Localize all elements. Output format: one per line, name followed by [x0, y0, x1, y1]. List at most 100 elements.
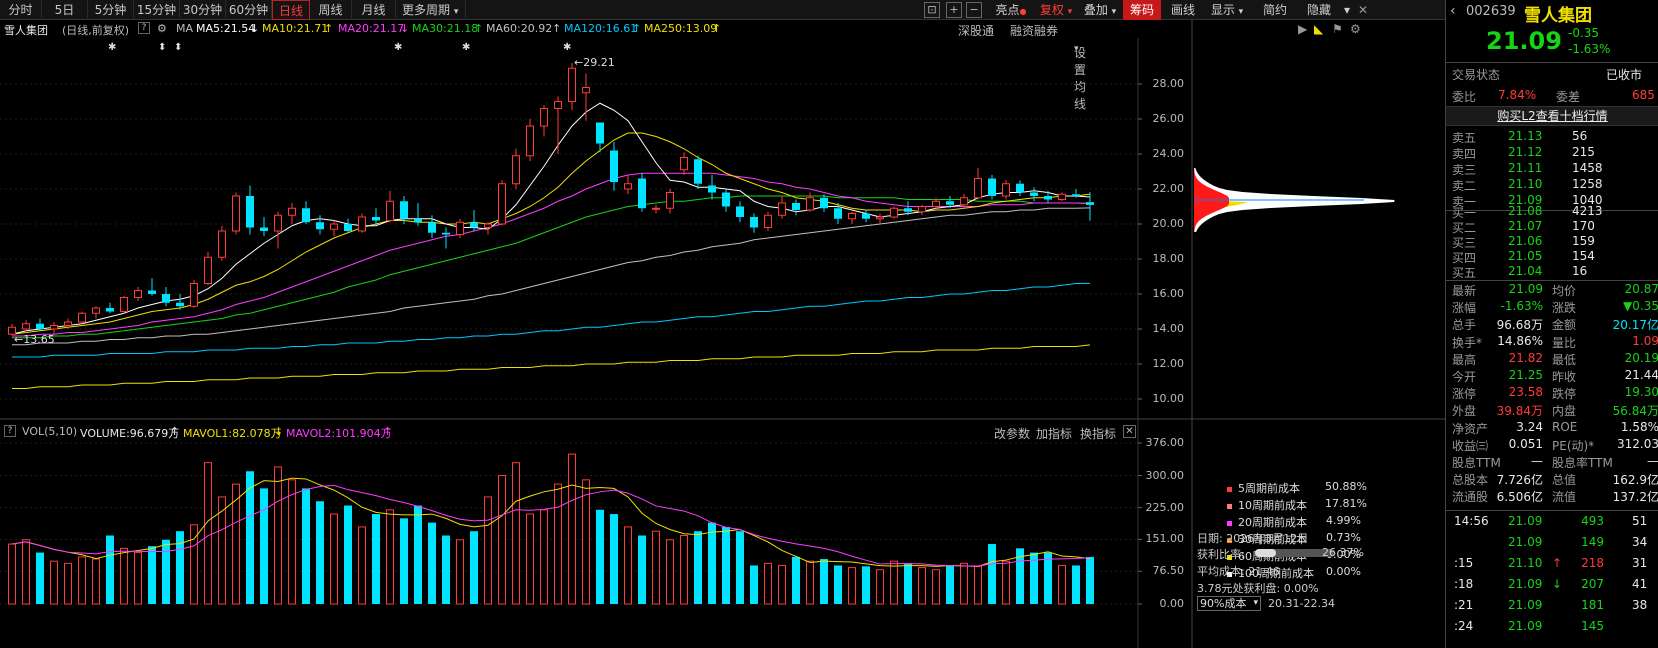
- candle-up: [288, 207, 296, 216]
- tick-price: 21.10: [1508, 556, 1543, 570]
- stat-value: 3.24: [1516, 419, 1543, 434]
- volume-bar-up: [890, 560, 898, 605]
- volume-bar-down: [176, 531, 184, 604]
- chip-legend-item: 20周期前成本 4.99%: [1227, 514, 1361, 530]
- stat-label: 今开: [1452, 370, 1477, 384]
- add-indicator-link[interactable]: 加指标: [1036, 425, 1072, 442]
- divider: [1446, 62, 1658, 63]
- stat-label: 涨幅: [1452, 301, 1477, 316]
- stat-label: 均价: [1552, 284, 1577, 298]
- chevron-left-icon[interactable]: ‹: [1450, 3, 1456, 19]
- volume-bar-down: [722, 526, 730, 604]
- candle-up: [624, 183, 632, 190]
- stat-value: 96.68万: [1496, 318, 1543, 333]
- l2-quote-link[interactable]: 购买L2查看十档行情: [1446, 106, 1658, 126]
- volume-bar-up: [624, 526, 632, 605]
- change-params-link[interactable]: 改参数: [994, 425, 1030, 442]
- candle-down: [820, 197, 828, 209]
- volume-bar-up: [274, 466, 282, 605]
- candle-up: [498, 183, 506, 225]
- ask-row: 卖三 21.11 1458: [1452, 161, 1658, 178]
- volume-bar-up: [582, 479, 590, 605]
- volume-bar-up: [1058, 564, 1066, 605]
- bid-volume: 170: [1572, 219, 1595, 233]
- vol-arrow-icon: ↑: [383, 425, 393, 438]
- price-tick-label: 28.00: [1152, 77, 1185, 90]
- stat-value: 39.84万: [1496, 404, 1543, 419]
- bid-label: 买五: [1452, 266, 1477, 280]
- price-tick-label: 10.00: [1152, 392, 1185, 405]
- candle-up: [806, 197, 814, 211]
- price-tick-label: 24.00: [1152, 147, 1185, 160]
- vol-indicator-name: VOL(5,10): [22, 425, 78, 438]
- volume-bar-down: [148, 546, 156, 604]
- switch-indicator-link[interactable]: 换指标: [1080, 425, 1116, 442]
- volume-bar-down: [638, 535, 646, 604]
- volume-tick-label: 76.50: [1152, 564, 1185, 578]
- chip-legend-label: 10周期前成本: [1238, 499, 1307, 512]
- volume-bar-down: [1086, 556, 1094, 604]
- chip-legend-label: 5周期前成本: [1238, 482, 1300, 495]
- stat-value: 1.09: [1632, 333, 1658, 348]
- volume-bar-down: [750, 565, 758, 604]
- ask-row: 卖二 21.10 1258: [1452, 177, 1658, 194]
- candle-down: [988, 178, 996, 196]
- chip-legend-pct: 0.00%: [1326, 565, 1361, 578]
- tick-row: :24 21.09 145: [1452, 619, 1658, 636]
- price-tick-label: 22.00: [1152, 182, 1185, 195]
- volume-bar-down: [260, 488, 268, 604]
- stat-label: 金额: [1552, 318, 1577, 333]
- stat-label: 流值: [1552, 490, 1577, 505]
- bid-volume: 4213: [1572, 204, 1603, 218]
- tick-extra: 41: [1632, 577, 1648, 591]
- volume-bar-down: [862, 566, 870, 604]
- candle-up: [764, 214, 772, 228]
- stat-value: —: [1531, 454, 1543, 468]
- candle-down: [372, 217, 380, 221]
- high-price-value: 29.21: [583, 55, 615, 69]
- volume-bar-up: [540, 509, 548, 605]
- stat-label: 跌停: [1552, 387, 1577, 402]
- bid-row: 买五 21.04 16: [1452, 264, 1658, 281]
- candle-up: [974, 178, 982, 199]
- price-tick-label: 20.00: [1152, 217, 1185, 230]
- divider: [1446, 280, 1658, 281]
- candle-up: [554, 101, 562, 109]
- stat-row: 今开 21.25 昨收 21.44: [1452, 368, 1658, 385]
- volume-bar-up: [764, 562, 772, 605]
- candle-up: [22, 323, 30, 330]
- stat-label: 换手*: [1452, 335, 1483, 350]
- candle-down: [400, 201, 408, 219]
- stat-value: 21.82: [1508, 350, 1543, 365]
- avg-cost: 平均成本: 21.46: [1197, 565, 1280, 578]
- mavol2-value: MAVOL2:101.904万: [286, 427, 392, 440]
- stock-code: 002639: [1466, 4, 1516, 19]
- cost-select[interactable]: 90%成本 ▾: [1197, 596, 1261, 611]
- volume-bar-up: [64, 562, 72, 605]
- stat-label: 涨停: [1452, 387, 1477, 402]
- candle-down: [722, 192, 730, 207]
- volume-bar-up: [386, 509, 394, 605]
- legend-swatch: [1227, 486, 1232, 492]
- candle-down: [1044, 196, 1052, 200]
- volume-bar-up: [8, 543, 16, 605]
- stat-label: 收益㈢: [1452, 438, 1489, 453]
- candle-up: [456, 221, 464, 235]
- stat-value: 20.87: [1624, 282, 1658, 296]
- volume-bar-down: [596, 509, 604, 604]
- candle-up: [78, 312, 86, 323]
- volume-bar-up: [554, 483, 562, 605]
- order-diff-value: 685: [1632, 88, 1655, 102]
- tick-time: :18: [1454, 577, 1474, 591]
- candle-up: [890, 207, 898, 218]
- help-icon[interactable]: ?: [4, 425, 16, 437]
- low-price-value: 13.65: [23, 333, 55, 347]
- candle-up: [680, 157, 688, 171]
- volume-bar-up: [358, 526, 366, 605]
- candle-up: [876, 216, 884, 220]
- candle-down: [596, 122, 604, 144]
- stat-label: 量比: [1552, 335, 1577, 350]
- chip-legend-item: 5周期前成本 50.88%: [1227, 480, 1367, 496]
- candle-down: [1086, 202, 1094, 205]
- close-icon[interactable]: ✕: [1123, 425, 1136, 438]
